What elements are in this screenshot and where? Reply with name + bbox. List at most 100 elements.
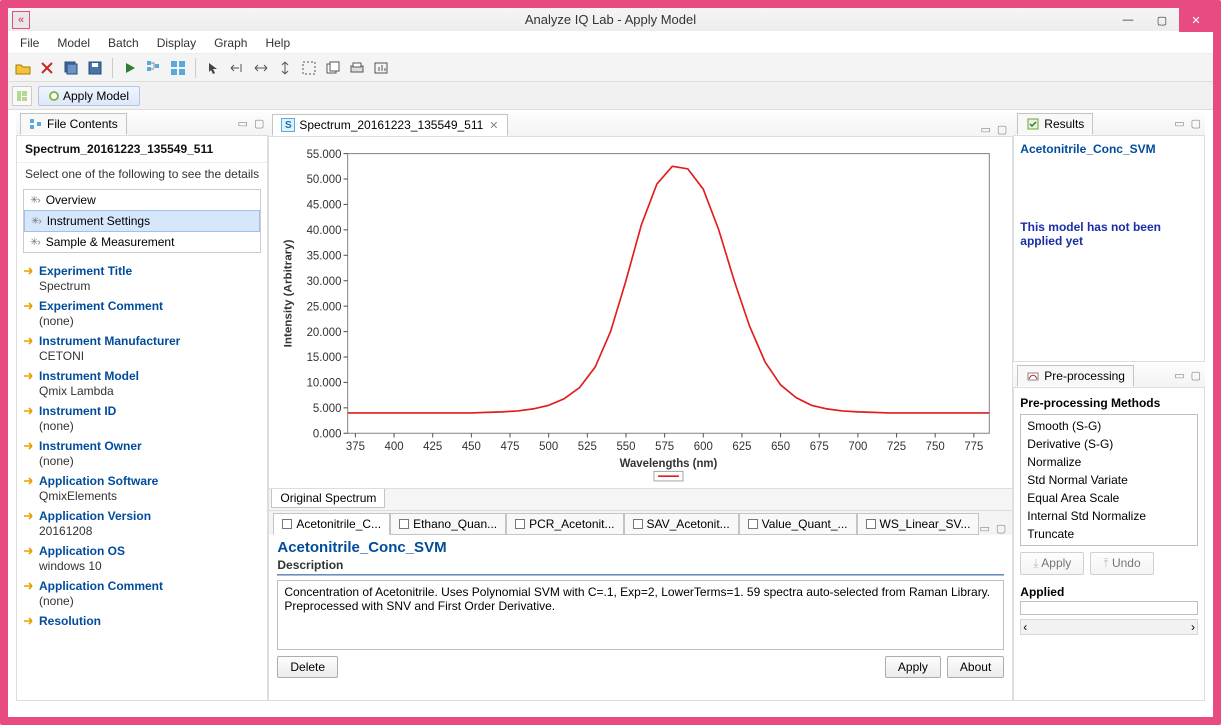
editor-tab-spectrum[interactable]: S Spectrum_20161223_135549_511 ✕ [272, 114, 507, 136]
maximize-view-icon[interactable]: ▢ [254, 117, 264, 130]
close-button[interactable]: ✕ [1179, 8, 1213, 32]
about-model-button[interactable]: About [947, 656, 1004, 678]
maximize-view-icon[interactable]: ▢ [1191, 117, 1201, 130]
section-overview[interactable]: ✳›Overview [24, 190, 260, 210]
file-contents-tab[interactable]: File Contents [20, 113, 127, 135]
property-value: Spectrum [39, 278, 263, 297]
grid-icon[interactable] [167, 57, 189, 79]
undo-preprocessing-button[interactable]: ⤒ Undo [1090, 552, 1153, 575]
section-instrument-settings[interactable]: ✳›Instrument Settings [24, 210, 260, 232]
view-tab-label: Results [1044, 117, 1084, 131]
print-icon[interactable] [346, 57, 368, 79]
zoom-y-icon[interactable] [274, 57, 296, 79]
scroll-left-icon[interactable]: ‹ [1023, 620, 1027, 634]
svg-text:775: 775 [965, 441, 984, 453]
property-value: (none) [39, 418, 263, 437]
menu-model[interactable]: Model [49, 34, 98, 52]
model-tab[interactable]: SAV_Acetonit... [624, 513, 739, 535]
preprocessing-method-item[interactable]: Equal Area Scale [1025, 489, 1193, 507]
model-tab[interactable]: PCR_Acetonit... [506, 513, 623, 535]
svg-text:35.000: 35.000 [307, 250, 342, 262]
horizontal-scrollbar[interactable]: ‹ › [1020, 619, 1198, 635]
results-tab[interactable]: Results [1017, 113, 1093, 135]
open-perspective-icon[interactable] [12, 86, 32, 106]
menu-batch[interactable]: Batch [100, 34, 147, 52]
preprocessing-method-item[interactable]: Internal Std Normalize [1025, 507, 1193, 525]
right-column: Results ▭ ▢ Acetonitrile_Conc_SVM This m… [1013, 112, 1205, 701]
minimize-view-icon[interactable]: ▭ [979, 522, 989, 535]
minimize-view-icon[interactable]: ▭ [1174, 117, 1184, 130]
close-tab-icon[interactable]: ✕ [489, 119, 498, 132]
copy-chart-icon[interactable] [322, 57, 344, 79]
tree-icon[interactable] [143, 57, 165, 79]
window-title: Analyze IQ Lab - Apply Model [8, 12, 1213, 27]
preprocessing-method-item[interactable]: Truncate [1025, 525, 1193, 543]
preprocessing-panel: Pre-processing ▭ ▢ Pre-processing Method… [1013, 364, 1205, 701]
model-tab-label: WS_Linear_SV... [880, 517, 971, 531]
workspace: File Contents ▭ ▢ Spectrum_20161223_1355… [16, 112, 1205, 701]
save-icon[interactable] [84, 57, 106, 79]
maximize-button[interactable]: ▢ [1145, 8, 1179, 32]
scroll-right-icon[interactable]: › [1191, 620, 1195, 634]
preprocessing-method-item[interactable]: Normalize [1025, 453, 1193, 471]
section-sample-measurement[interactable]: ✳›Sample & Measurement [24, 232, 260, 252]
preprocessing-methods-list[interactable]: Smooth (S-G)Derivative (S-G)NormalizeStd… [1020, 414, 1198, 546]
apply-model-button[interactable]: Apply [885, 656, 941, 678]
maximize-view-icon[interactable]: ▢ [996, 522, 1006, 535]
svg-text:650: 650 [771, 441, 790, 453]
delete-model-button[interactable]: Delete [277, 656, 338, 678]
apply-preprocessing-button[interactable]: ⤓ Apply [1020, 552, 1084, 575]
divider [277, 574, 1004, 576]
svg-text:750: 750 [926, 441, 945, 453]
open-icon[interactable] [12, 57, 34, 79]
svg-text:600: 600 [694, 441, 713, 453]
save-all-icon[interactable] [60, 57, 82, 79]
svg-text:15.000: 15.000 [307, 352, 342, 364]
model-tab[interactable]: Acetonitrile_C... [273, 513, 390, 535]
menu-display[interactable]: Display [149, 34, 204, 52]
property-row: Experiment TitleSpectrum [21, 263, 267, 298]
delete-icon[interactable] [36, 57, 58, 79]
model-tab[interactable]: Value_Quant_... [739, 513, 857, 535]
perspective-apply-model[interactable]: Apply Model [38, 86, 140, 106]
property-key: Instrument Model [39, 369, 139, 383]
chart-canvas[interactable]: 0.0005.00010.00015.00020.00025.00030.000… [268, 136, 1013, 489]
editor-area: S Spectrum_20161223_135549_511 ✕ ▭ ▢ 0.0… [268, 112, 1013, 701]
pointer-icon[interactable] [202, 57, 224, 79]
svg-text:450: 450 [462, 441, 481, 453]
preprocessing-method-item[interactable]: Derivative (S-G) [1025, 435, 1193, 453]
titlebar: « Analyze IQ Lab - Apply Model — ▢ ✕ [8, 8, 1213, 32]
model-tab[interactable]: Ethano_Quan... [390, 513, 506, 535]
menu-help[interactable]: Help [257, 34, 298, 52]
preprocessing-method-item[interactable]: Smooth (S-G) [1025, 417, 1193, 435]
property-row: Resolution [21, 613, 267, 634]
minimize-view-icon[interactable]: ▭ [980, 123, 990, 136]
preprocessing-method-item[interactable]: Std Normal Variate [1025, 471, 1193, 489]
svg-text:500: 500 [540, 441, 559, 453]
svg-text:475: 475 [501, 441, 520, 453]
preprocessing-tab[interactable]: Pre-processing [1017, 365, 1134, 387]
zoom-out-arrow-icon[interactable] [226, 57, 248, 79]
export-icon[interactable] [370, 57, 392, 79]
minimize-button[interactable]: — [1111, 8, 1145, 32]
zoom-box-icon[interactable] [298, 57, 320, 79]
model-description-text[interactable]: Concentration of Acetonitrile. Uses Poly… [277, 580, 1004, 650]
maximize-view-icon[interactable]: ▢ [997, 123, 1007, 136]
svg-text:45.000: 45.000 [307, 200, 342, 212]
minimize-view-icon[interactable]: ▭ [1174, 369, 1184, 382]
perspective-label: Apply Model [63, 89, 129, 103]
property-row: Instrument ModelQmix Lambda [21, 368, 267, 403]
zoom-x-icon[interactable] [250, 57, 272, 79]
applied-list[interactable] [1020, 601, 1198, 615]
arrow-icon [23, 615, 35, 627]
run-icon[interactable] [119, 57, 141, 79]
svg-text:400: 400 [385, 441, 404, 453]
minimize-view-icon[interactable]: ▭ [238, 117, 248, 130]
tab-original-spectrum[interactable]: Original Spectrum [271, 489, 385, 508]
maximize-view-icon[interactable]: ▢ [1191, 369, 1201, 382]
perspective-indicator-icon [49, 91, 59, 101]
menu-graph[interactable]: Graph [206, 34, 255, 52]
model-tab[interactable]: WS_Linear_SV... [857, 513, 980, 535]
model-tab-icon [515, 519, 525, 529]
menu-file[interactable]: File [12, 34, 47, 52]
